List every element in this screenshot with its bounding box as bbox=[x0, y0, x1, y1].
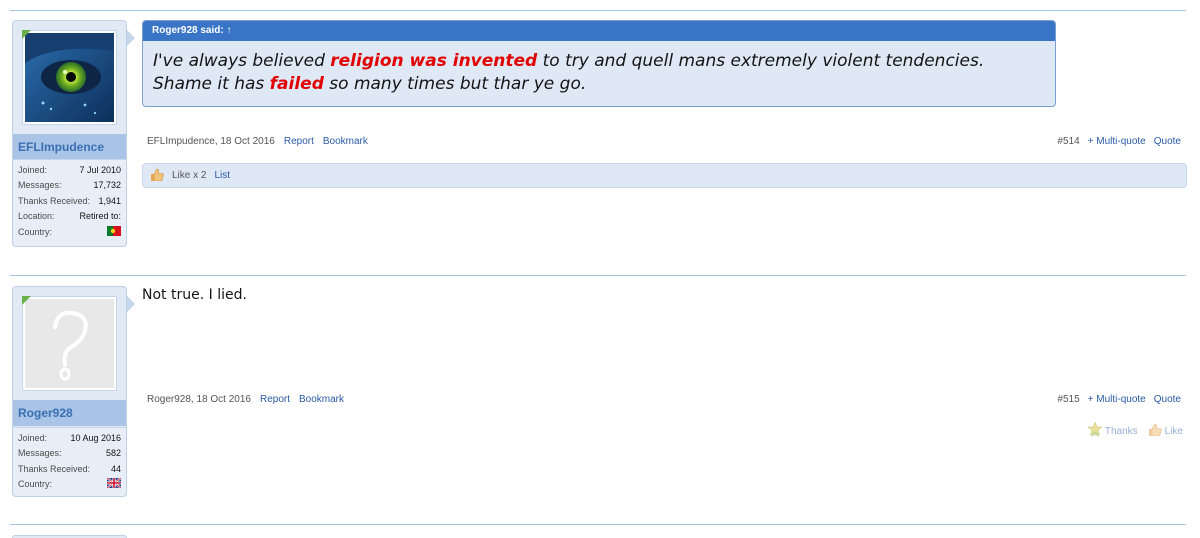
report-link[interactable]: Report bbox=[260, 394, 290, 405]
stat-label: Thanks Received: bbox=[18, 463, 91, 474]
author-date[interactable]: EFLImpudence, 18 Oct 2016 bbox=[147, 136, 275, 147]
post-controls: #514 + Multi-quote Quote bbox=[1057, 136, 1181, 147]
stat-value: Retired to: bbox=[79, 211, 121, 222]
like-label: Like bbox=[1164, 425, 1183, 437]
online-indicator bbox=[22, 296, 31, 305]
bookmark-link[interactable]: Bookmark bbox=[323, 136, 368, 147]
quote-text-part: so many times but thar ye go. bbox=[323, 74, 587, 94]
post-number-link[interactable]: #514 bbox=[1057, 136, 1079, 147]
post-meta: EFLImpudence, 18 Oct 2016 Report Bookmar… bbox=[147, 136, 368, 147]
stat-label: Messages: bbox=[18, 180, 62, 191]
post-separator bbox=[10, 275, 1186, 276]
post-separator bbox=[10, 524, 1186, 525]
user-stats: Joined: 7 Jul 2010 Messages: 17,732 Thanks… bbox=[13, 159, 126, 246]
star-badge-icon bbox=[1087, 421, 1103, 440]
stat-label: Messages: bbox=[18, 448, 62, 459]
bookmark-link[interactable]: Bookmark bbox=[299, 394, 344, 405]
report-link[interactable]: Report bbox=[284, 136, 314, 147]
stat-value: 44 bbox=[110, 463, 121, 474]
quote-button[interactable]: Quote bbox=[1154, 394, 1181, 405]
stat-label: Location: bbox=[18, 211, 55, 222]
multi-quote-button[interactable]: + Multi-quote bbox=[1088, 136, 1146, 147]
thanks-button[interactable]: Thanks bbox=[1087, 421, 1138, 440]
post-meta: Roger928, 18 Oct 2016 Report Bookmark bbox=[147, 394, 344, 405]
multi-quote-button[interactable]: + Multi-quote bbox=[1088, 394, 1146, 405]
stat-label: Joined: bbox=[18, 432, 48, 443]
quote-highlight: failed bbox=[269, 74, 324, 94]
quote-text-part: Shame it has bbox=[153, 74, 270, 94]
quote-highlight: religion was invented bbox=[330, 51, 538, 71]
stat-label: Country: bbox=[18, 226, 53, 237]
user-stats: Joined: 10 Aug 2016 Messages: 582 Thanks R… bbox=[13, 427, 126, 496]
username[interactable]: Roger928 bbox=[13, 400, 126, 426]
stat-value: 7 Jul 2010 bbox=[79, 164, 121, 175]
post-number-link[interactable]: #515 bbox=[1057, 394, 1079, 405]
quote-text-part: to try and quell mans extremely violent … bbox=[537, 51, 985, 71]
card-arrow bbox=[127, 30, 135, 46]
stat-value: 17,732 bbox=[93, 180, 121, 191]
thumbs-up-icon bbox=[150, 168, 164, 184]
thumbs-up-icon bbox=[1148, 423, 1162, 439]
stat-value: 1,941 bbox=[98, 195, 121, 206]
quote-block: Roger928 said: ↑ I've always believed re… bbox=[142, 20, 1056, 107]
likes-summary: Like x 2 List bbox=[142, 163, 1187, 188]
author-date[interactable]: Roger928, 18 Oct 2016 bbox=[147, 394, 251, 405]
avatar[interactable] bbox=[22, 30, 117, 125]
quote-button[interactable]: Quote bbox=[1154, 136, 1181, 147]
portugal-flag-icon bbox=[107, 225, 121, 238]
quote-text: I've always believed religion was invent… bbox=[143, 41, 1055, 105]
online-indicator bbox=[22, 30, 31, 39]
stat-label: Thanks Received: bbox=[18, 195, 91, 206]
likes-list-link[interactable]: List bbox=[214, 170, 230, 181]
username[interactable]: EFLImpudence bbox=[13, 134, 126, 160]
avatar[interactable] bbox=[22, 296, 117, 391]
thanks-label: Thanks bbox=[1104, 425, 1138, 437]
post-actions: Thanks Like bbox=[1087, 421, 1183, 440]
stat-label: Country: bbox=[18, 479, 53, 490]
post-body: Not true. I lied. bbox=[142, 287, 247, 303]
stat-value: 582 bbox=[105, 448, 121, 459]
user-card: Roger928 Joined: 10 Aug 2016 Messages: 582… bbox=[12, 286, 127, 497]
post-separator bbox=[10, 10, 1186, 11]
stat-value: 10 Aug 2016 bbox=[70, 432, 121, 443]
like-button[interactable]: Like bbox=[1148, 422, 1183, 440]
quote-text-part: I've always believed bbox=[153, 51, 331, 71]
stat-label: Joined: bbox=[18, 164, 48, 175]
user-card: EFLImpudence Joined: 7 Jul 2010 Messages:… bbox=[12, 20, 127, 247]
quote-header[interactable]: Roger928 said: ↑ bbox=[143, 21, 1055, 41]
post-controls: #515 + Multi-quote Quote bbox=[1057, 394, 1181, 405]
card-arrow bbox=[127, 296, 135, 312]
uk-flag-icon bbox=[106, 477, 122, 490]
like-count[interactable]: Like x 2 bbox=[172, 170, 206, 181]
